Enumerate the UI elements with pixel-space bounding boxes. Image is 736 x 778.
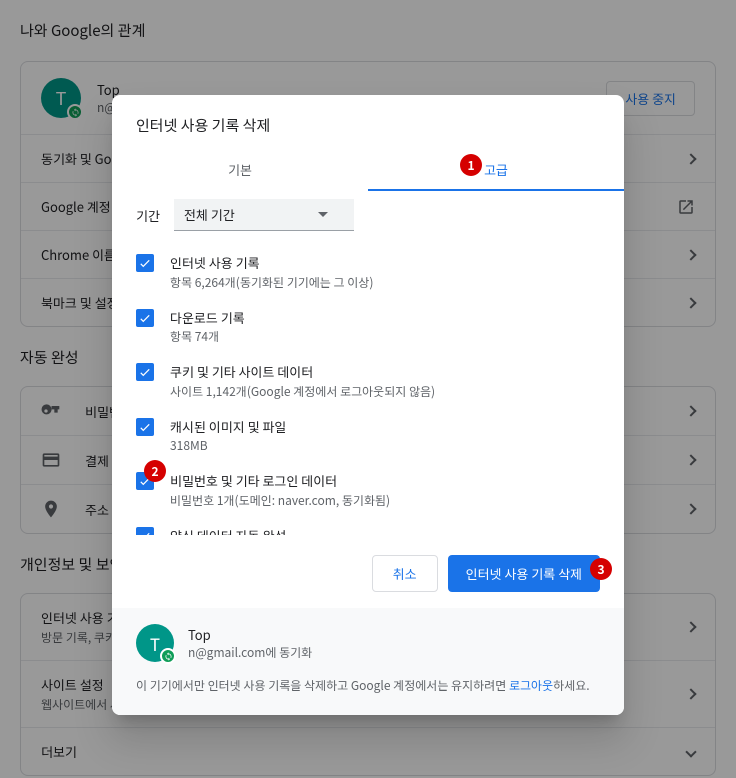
item-desc: 318MB [170, 437, 606, 455]
period-value: 전체 기간 [184, 205, 235, 224]
clear-items-list[interactable]: 인터넷 사용 기록 항목 6,264개(동기화된 기기에는 그 이상) 다운로드… [112, 243, 614, 535]
item-download-history: 다운로드 기록 항목 74개 [136, 300, 606, 355]
item-label: 양식 데이터 자동 완성 [170, 526, 606, 536]
annotation-badge-3: 3 [590, 558, 612, 580]
footer-account: T Top n@gmail.com에 동기화 [136, 624, 600, 662]
dialog-title: 인터넷 사용 기록 삭제 [112, 95, 624, 148]
period-label: 기간 [136, 206, 160, 225]
footer-note-suffix: 하세요. [553, 677, 589, 694]
footer-note: 이 기기에서만 인터넷 사용 기록을 삭제하고 Google 계정에서는 유지하… [136, 676, 600, 695]
item-cache: 캐시된 이미지 및 파일 318MB [136, 409, 606, 464]
checkbox[interactable] [136, 309, 154, 327]
checkbox[interactable] [136, 254, 154, 272]
clear-data-button[interactable]: 인터넷 사용 기록 삭제 [448, 555, 600, 592]
item-cookies: 쿠키 및 기타 사이트 데이터 사이트 1,142개(Google 계정에서 로… [136, 354, 606, 409]
item-label: 다운로드 기록 [170, 308, 606, 328]
cancel-button[interactable]: 취소 [372, 555, 438, 592]
checkbox[interactable] [136, 418, 154, 436]
avatar-initial: T [150, 631, 160, 656]
item-desc: 항목 6,264개(동기화된 기기에는 그 이상) [170, 274, 606, 292]
footer-account-name: Top [188, 625, 312, 644]
logout-link[interactable]: 로그아웃 [509, 677, 553, 694]
dropdown-arrow-icon [318, 212, 328, 217]
item-label: 쿠키 및 기타 사이트 데이터 [170, 362, 606, 382]
checkbox[interactable] [136, 363, 154, 381]
period-row: 기간 전체 기간 [112, 191, 624, 243]
item-desc: 항목 74개 [170, 328, 606, 346]
annotation-badge-2: 2 [144, 460, 166, 482]
clear-browsing-dialog: 인터넷 사용 기록 삭제 기본 1 고급 기간 전체 기간 인터넷 사용 기록 … [112, 95, 624, 715]
footer-note-prefix: 이 기기에서만 인터넷 사용 기록을 삭제하고 Google 계정에서는 유지하… [136, 677, 509, 694]
annotation-badge-1: 1 [460, 154, 482, 176]
item-autofill: 양식 데이터 자동 완성 제안 576개(동기화됨) [136, 518, 606, 536]
period-select[interactable]: 전체 기간 [174, 199, 354, 231]
item-label: 캐시된 이미지 및 파일 [170, 417, 606, 437]
tab-basic[interactable]: 기본 [112, 148, 368, 191]
item-passwords: 2 비밀번호 및 기타 로그인 데이터 비밀번호 1개(도메인: naver.c… [136, 463, 606, 518]
footer-account-email: n@gmail.com에 동기화 [188, 644, 312, 661]
item-label: 비밀번호 및 기타 로그인 데이터 [170, 471, 606, 491]
item-desc: 비밀번호 1개(도메인: naver.com, 동기화됨) [170, 492, 606, 510]
item-label: 인터넷 사용 기록 [170, 253, 606, 273]
checkbox[interactable] [136, 527, 154, 536]
avatar: T [136, 624, 174, 662]
dialog-tabs: 기본 1 고급 [112, 148, 624, 191]
item-desc: 사이트 1,142개(Google 계정에서 로그아웃되지 않음) [170, 383, 606, 401]
dialog-footer: T Top n@gmail.com에 동기화 이 기기에서만 인터넷 사용 기록… [112, 608, 624, 715]
item-browsing-history: 인터넷 사용 기록 항목 6,264개(동기화된 기기에는 그 이상) [136, 245, 606, 300]
sync-badge-icon [160, 648, 176, 664]
tab-advanced-label: 고급 [484, 160, 508, 179]
tab-advanced[interactable]: 1 고급 [368, 148, 624, 191]
dialog-actions: 취소 인터넷 사용 기록 삭제 3 [112, 535, 624, 608]
